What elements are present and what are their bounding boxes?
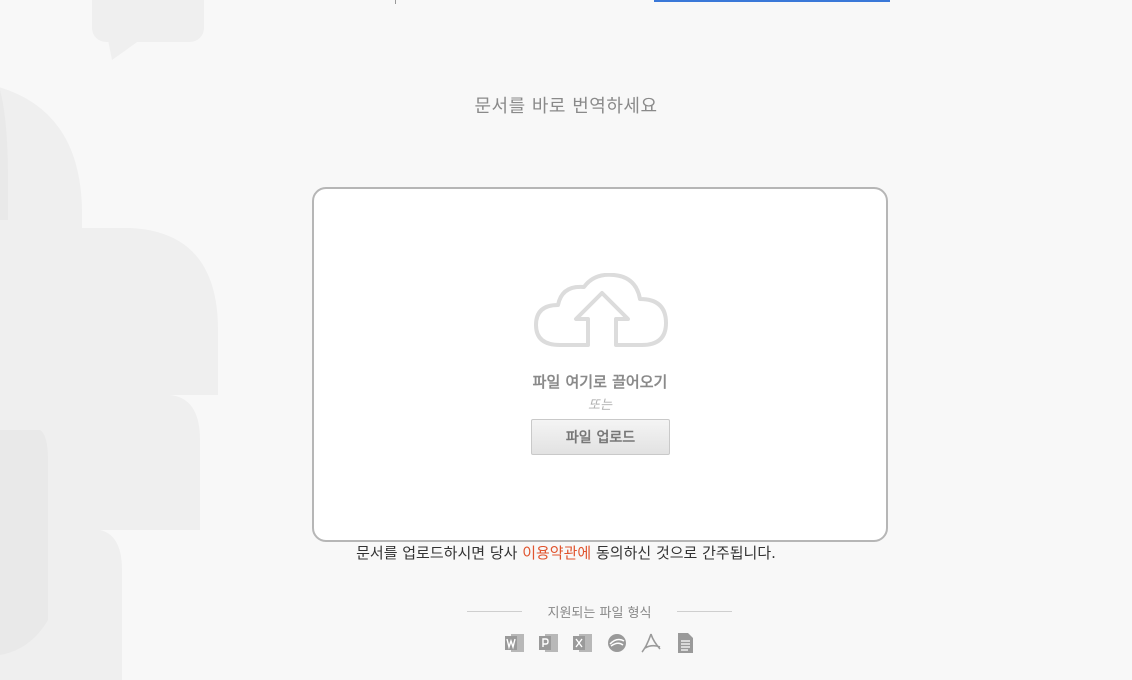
format-icons xyxy=(504,632,696,654)
top-divider xyxy=(395,0,396,4)
terms-text-before: 문서를 업로드하시면 당사 xyxy=(356,544,523,562)
pdf-icon xyxy=(640,632,662,654)
supported-formats-label: 지원되는 파일 형식 xyxy=(547,605,652,621)
cloud-upload-icon xyxy=(534,273,668,347)
file-drop-zone[interactable]: 파일 여기로 끌어오기 또는 파일 업로드 xyxy=(312,187,888,542)
divider-line-left xyxy=(467,610,522,612)
upload-file-button[interactable]: 파일 업로드 xyxy=(531,419,670,455)
text-file-icon xyxy=(674,632,696,654)
divider-line-right xyxy=(676,610,732,612)
drop-zone-title: 파일 여기로 끌어오기 xyxy=(532,373,668,391)
terms-of-service-link[interactable]: 이용약관에 xyxy=(522,544,591,562)
powerpoint-icon xyxy=(538,632,560,654)
supported-formats-header: 지원되는 파일 형식 xyxy=(467,601,732,621)
openoffice-icon xyxy=(606,632,628,654)
excel-icon xyxy=(572,632,594,654)
terms-notice: 문서를 업로드하시면 당사 이용약관에 동의하신 것으로 간주됩니다. xyxy=(0,542,1132,563)
drop-zone-or: 또는 xyxy=(588,398,612,413)
word-icon xyxy=(504,632,526,654)
terms-text-after: 동의하신 것으로 간주됩니다. xyxy=(591,544,776,562)
top-tab-indicator xyxy=(654,0,890,2)
page-headline: 문서를 바로 번역하세요 xyxy=(474,96,658,117)
